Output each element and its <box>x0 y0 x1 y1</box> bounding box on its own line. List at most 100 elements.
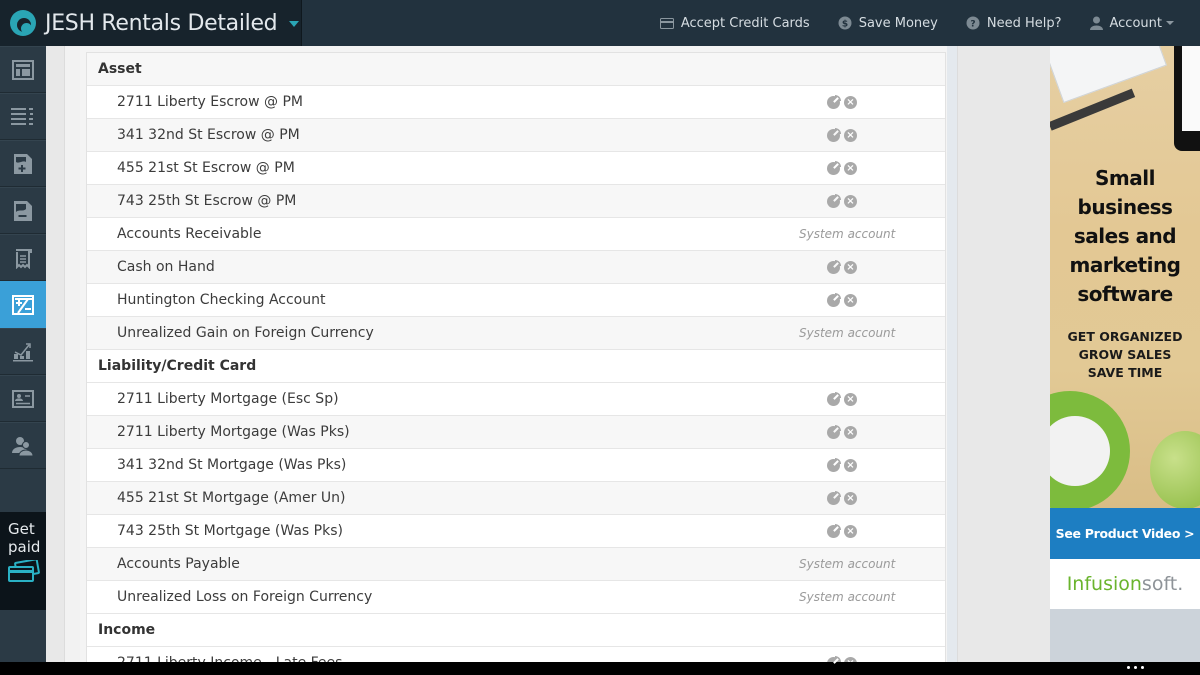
panel-edge <box>947 46 957 662</box>
ad-sub-line: GET ORGANIZED <box>1067 329 1183 344</box>
row-actions: × <box>827 152 861 185</box>
edit-icon[interactable] <box>827 128 841 142</box>
advertisement[interactable]: Small business sales and marketing softw… <box>1050 46 1200 662</box>
get-paid-button[interactable]: Get paid <box>0 512 46 610</box>
left-gutter <box>64 46 80 662</box>
delete-icon[interactable]: × <box>844 195 857 208</box>
delete-icon[interactable]: × <box>844 393 857 406</box>
top-bar: JESH Rentals Detailed Accept Credit Card… <box>0 0 1200 46</box>
edit-icon[interactable] <box>827 95 841 109</box>
account-row[interactable]: Huntington Checking Account × <box>87 284 945 317</box>
account-name[interactable]: 341 32nd St Mortgage (Was Pks) <box>87 457 346 473</box>
account-name[interactable]: 2711 Liberty Escrow @ PM <box>87 94 303 110</box>
account-name[interactable]: Accounts Receivable <box>87 226 261 242</box>
account-name[interactable]: Huntington Checking Account <box>87 292 325 308</box>
save-money-link[interactable]: $ Save Money <box>838 16 938 31</box>
account-row[interactable]: Accounts Payable System account <box>87 548 945 581</box>
edit-icon[interactable] <box>827 458 841 472</box>
apple-image <box>1150 431 1200 508</box>
account-section-header: Asset <box>87 53 945 86</box>
system-bar <box>0 662 1200 675</box>
delete-icon[interactable]: × <box>844 261 857 274</box>
delete-icon[interactable]: × <box>844 96 857 109</box>
sidebar-item-dashboard[interactable] <box>0 46 46 93</box>
accept-credit-cards-link[interactable]: Accept Credit Cards <box>659 16 810 31</box>
account-name[interactable]: 2711 Liberty Mortgage (Was Pks) <box>87 424 350 440</box>
need-help-link[interactable]: ? Need Help? <box>966 16 1062 31</box>
delete-icon[interactable]: × <box>844 294 857 307</box>
ad-headline-line: sales and <box>1073 224 1177 248</box>
account-name[interactable]: Accounts Payable <box>87 556 240 572</box>
account-row[interactable]: Accounts Receivable System account <box>87 218 945 251</box>
account-name[interactable]: 743 25th St Mortgage (Was Pks) <box>87 523 343 539</box>
receipt-icon <box>13 247 33 269</box>
delete-icon[interactable]: × <box>844 492 857 505</box>
edit-icon[interactable] <box>827 491 841 505</box>
account-row[interactable]: 2711 Liberty Mortgage (Esc Sp) × <box>87 383 945 416</box>
account-row[interactable]: 455 21st St Escrow @ PM × <box>87 152 945 185</box>
account-row[interactable]: 341 32nd St Escrow @ PM × <box>87 119 945 152</box>
ad-headline: Small business sales and marketing softw… <box>1050 164 1200 309</box>
document-plus-icon <box>13 153 33 175</box>
row-actions: × <box>827 284 861 317</box>
need-help-label: Need Help? <box>986 15 1062 31</box>
account-row[interactable]: 743 25th St Mortgage (Was Pks) × <box>87 515 945 548</box>
tablet-image <box>1174 46 1200 151</box>
sidebar-item-bills[interactable] <box>0 187 46 234</box>
row-actions: × <box>827 119 861 152</box>
account-section-header: Liability/Credit Card <box>87 350 945 383</box>
edit-icon[interactable] <box>827 425 841 439</box>
delete-icon[interactable]: × <box>844 459 857 472</box>
row-actions: × <box>827 86 861 119</box>
account-name[interactable]: Unrealized Gain on Foreign Currency <box>87 325 374 341</box>
edit-icon[interactable] <box>827 260 841 274</box>
sidebar: Get paid <box>0 46 46 662</box>
account-row[interactable]: 2711 Liberty Escrow @ PM × <box>87 86 945 119</box>
account-name[interactable]: 2711 Liberty Mortgage (Esc Sp) <box>87 391 339 407</box>
account-row[interactable]: 743 25th St Escrow @ PM × <box>87 185 945 218</box>
sidebar-item-accounting[interactable] <box>0 281 46 328</box>
account-row[interactable]: 2711 Liberty Mortgage (Was Pks) × <box>87 416 945 449</box>
sidebar-item-reports[interactable] <box>0 328 46 375</box>
sidebar-item-users[interactable] <box>0 422 46 469</box>
account-row[interactable]: 341 32nd St Mortgage (Was Pks) × <box>87 449 945 482</box>
sidebar-item-transactions[interactable] <box>0 93 46 140</box>
infusionsoft-logo[interactable]: Infusion soft. <box>1050 559 1200 609</box>
edit-icon[interactable] <box>827 194 841 208</box>
ad-headline-line: Small <box>1095 166 1155 190</box>
accounts-list: Asset 2711 Liberty Escrow @ PM × 341 32nd S… <box>86 52 946 675</box>
account-row[interactable]: Unrealized Loss on Foreign Currency Syste… <box>87 581 945 614</box>
account-label: Account <box>1109 15 1163 31</box>
delete-icon[interactable]: × <box>844 525 857 538</box>
account-name[interactable]: 743 25th St Escrow @ PM <box>87 193 296 209</box>
account-row[interactable]: Unrealized Gain on Foreign Currency Syste… <box>87 317 945 350</box>
ad-subheadline: GET ORGANIZED GROW SALES SAVE TIME <box>1050 328 1200 382</box>
account-menu[interactable]: Account <box>1089 15 1174 31</box>
company-switcher[interactable]: JESH Rentals Detailed <box>0 0 302 46</box>
edit-icon[interactable] <box>827 392 841 406</box>
delete-icon[interactable]: × <box>844 162 857 175</box>
more-options-icon[interactable] <box>1127 666 1148 669</box>
ad-sub-line: SAVE TIME <box>1087 365 1163 380</box>
account-name[interactable]: 341 32nd St Escrow @ PM <box>87 127 300 143</box>
account-name[interactable]: Unrealized Loss on Foreign Currency <box>87 589 372 605</box>
account-name[interactable]: 455 21st St Mortgage (Amer Un) <box>87 490 345 506</box>
edit-icon[interactable] <box>827 293 841 307</box>
see-product-video-button[interactable]: See Product Video > <box>1050 508 1200 559</box>
row-actions: × <box>827 416 861 449</box>
delete-icon[interactable]: × <box>844 426 857 439</box>
delete-icon[interactable]: × <box>844 129 857 142</box>
sidebar-item-contacts[interactable] <box>0 375 46 422</box>
caret-down-icon <box>1166 21 1174 25</box>
account-row[interactable]: 455 21st St Mortgage (Amer Un) × <box>87 482 945 515</box>
sidebar-item-invoices[interactable] <box>0 140 46 187</box>
edit-icon[interactable] <box>827 161 841 175</box>
edit-icon[interactable] <box>827 524 841 538</box>
account-name[interactable]: 455 21st St Escrow @ PM <box>87 160 295 176</box>
credit-cards-icon <box>8 558 46 586</box>
help-circle-icon: ? <box>966 16 980 30</box>
account-name[interactable]: Cash on Hand <box>87 259 215 275</box>
account-row[interactable]: Cash on Hand × <box>87 251 945 284</box>
sidebar-item-receipts[interactable] <box>0 234 46 281</box>
top-nav: Accept Credit Cards $ Save Money ? Need … <box>632 0 1200 46</box>
